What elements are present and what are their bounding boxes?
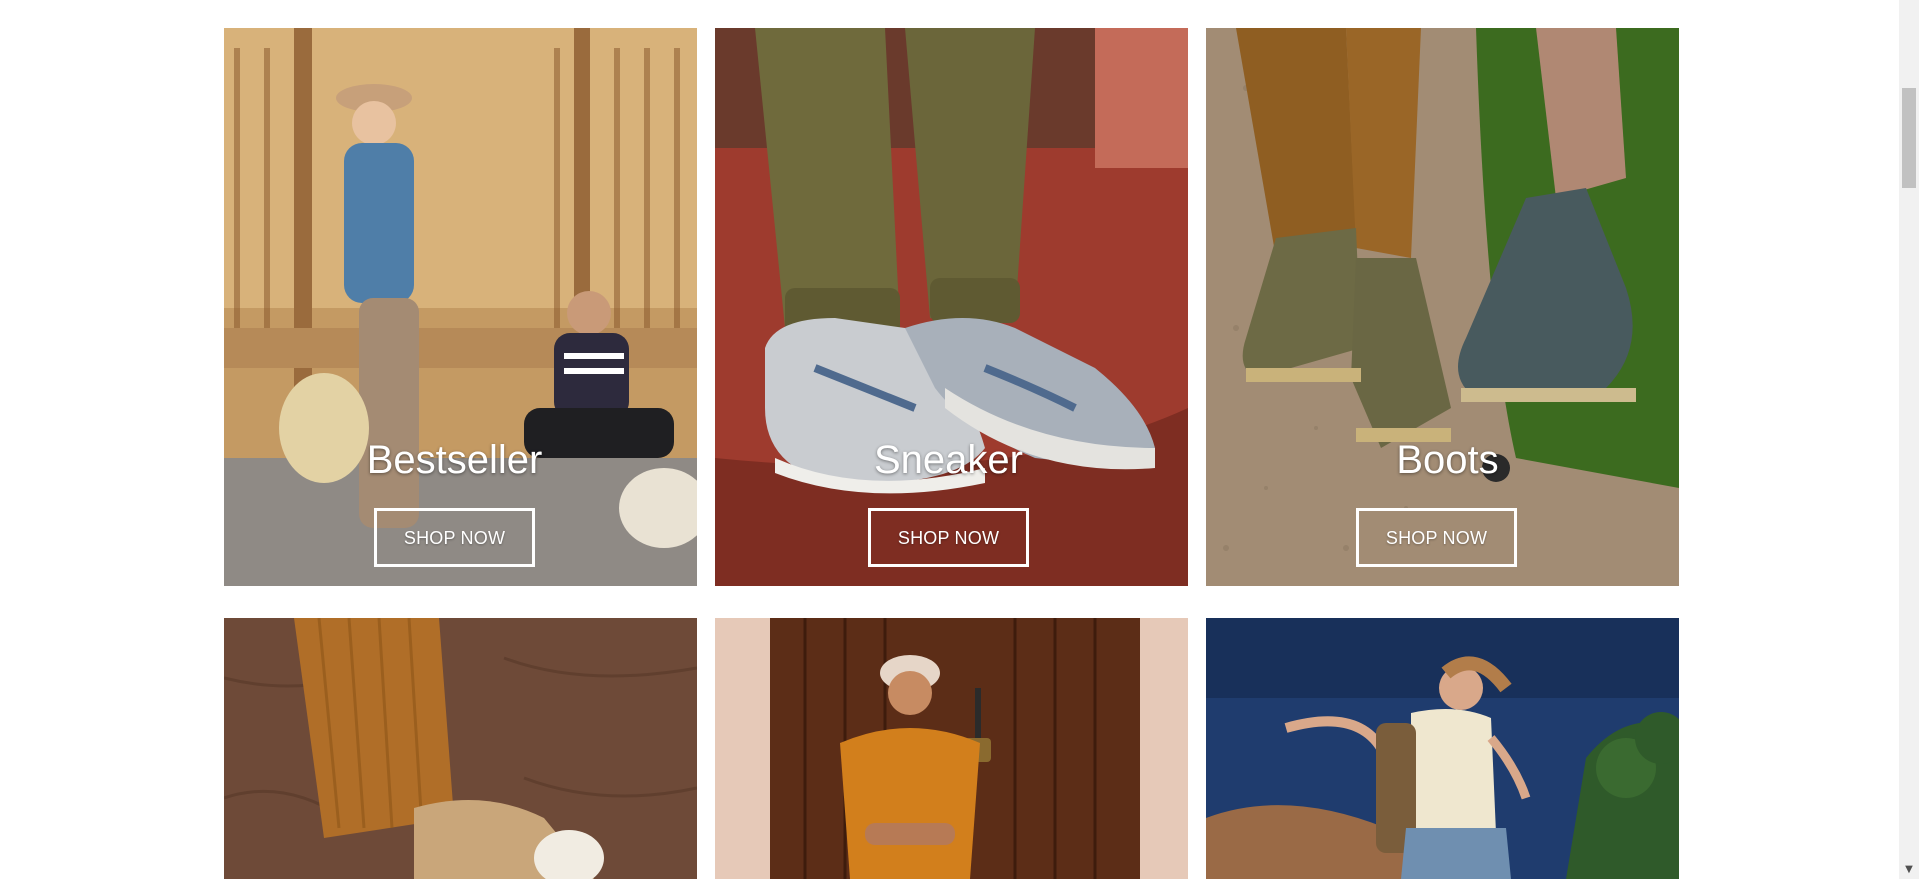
category-tile-row2-2[interactable] [715, 618, 1188, 879]
man-orange-tee-photo [715, 618, 1188, 879]
shop-now-button[interactable]: SHOP NOW [373, 508, 536, 567]
category-title: Bestseller [366, 438, 543, 482]
category-title: Boots [1396, 438, 1499, 482]
page-viewport: Bestseller SHOP NOW Sneaker SHOP NOW Boo… [0, 0, 1919, 879]
category-tile-row2-3[interactable] [1206, 618, 1679, 879]
boots-caption: Boots SHOP NOW [1216, 440, 1679, 567]
category-tile-boots[interactable]: Boots SHOP NOW [1206, 28, 1679, 586]
category-tile-bestseller[interactable]: Bestseller SHOP NOW [224, 28, 697, 586]
woman-backpack-sky-photo [1206, 618, 1679, 879]
bestseller-caption: Bestseller SHOP NOW [224, 440, 697, 567]
sneaker-caption: Sneaker SHOP NOW [715, 440, 1188, 567]
category-tile-sneaker[interactable]: Sneaker SHOP NOW [715, 28, 1188, 586]
vertical-scrollbar[interactable]: ▼ [1899, 0, 1919, 879]
shop-now-button[interactable]: SHOP NOW [1355, 508, 1518, 567]
shop-now-button[interactable]: SHOP NOW [867, 508, 1030, 567]
category-title: Sneaker [874, 438, 1023, 482]
chevron-down-icon[interactable]: ▼ [1902, 865, 1916, 875]
scrollbar-thumb[interactable] [1902, 88, 1916, 188]
category-tile-row2-1[interactable] [224, 618, 697, 879]
corduroy-shoe-photo [224, 618, 697, 879]
